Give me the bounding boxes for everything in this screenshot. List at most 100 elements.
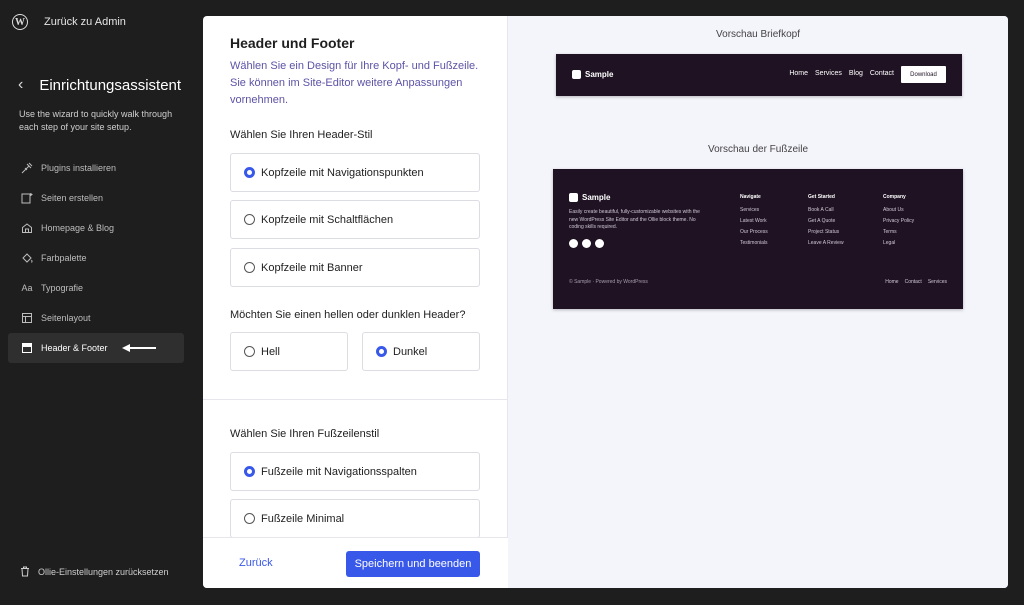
brand: Sample (572, 70, 613, 79)
radio[interactable] (244, 214, 255, 225)
option-label: Dunkel (393, 345, 428, 358)
brand-logo-icon (569, 193, 578, 202)
bottom-link: Home (885, 279, 899, 285)
wizard-title: Einrichtungsassistent (39, 76, 182, 94)
nav-link: Blog (848, 70, 863, 77)
header-preview-title: Vorschau Briefkopf (716, 29, 800, 40)
footer-preview: Sample Easily create beautiful, fully-cu… (553, 169, 963, 309)
option-label: Fußzeile mit Navigationsspalten (261, 465, 417, 478)
paint-bucket-icon (20, 251, 34, 265)
option-label: Kopfzeile mit Banner (261, 261, 363, 274)
sidebar-item-homepage[interactable]: Homepage & Blog (8, 213, 184, 243)
reset-settings-link[interactable]: Ollie-Einstellungen zurücksetzen (20, 566, 169, 577)
footer-preview-title: Vorschau der Fußzeile (707, 144, 809, 155)
footer-bottom-links: Home Contact Services (879, 279, 947, 285)
column-link: Latest Work (740, 218, 767, 224)
column-link: Services (740, 207, 760, 213)
header-option-buttons[interactable]: Kopfzeile mit Schaltflächen (230, 200, 480, 239)
nav-link: Contact (869, 70, 894, 77)
option-label: Hell (261, 345, 280, 358)
nav-link: Home (789, 70, 809, 77)
column-link: Project Status (808, 229, 840, 235)
column-link: Legal (883, 240, 896, 246)
option-label: Kopfzeile mit Navigationspunkten (261, 166, 424, 179)
typography-icon: Aa (21, 283, 33, 293)
header-style-question: Wählen Sie Ihren Header-Stil (230, 129, 373, 141)
footer-option-minimal[interactable]: Fußzeile Minimal (230, 499, 480, 538)
brand-name: Sample (582, 193, 611, 202)
trash-icon (20, 566, 30, 577)
reset-label: Ollie-Einstellungen zurücksetzen (38, 566, 169, 577)
header-preview: Sample Home Services Blog Contact Downlo… (556, 54, 962, 96)
settings-form: Header und Footer Wählen Sie ein Design … (203, 16, 508, 588)
column-heading: Get Started (808, 194, 835, 200)
back-to-admin-label: Zurück zu Admin (44, 16, 126, 28)
footer-option-nav-columns[interactable]: Fußzeile mit Navigationsspalten (230, 452, 480, 491)
radio[interactable] (244, 262, 255, 273)
social-icons (569, 239, 608, 248)
instagram-icon (582, 239, 591, 248)
sidebar-item-label: Farbpalette (41, 253, 87, 263)
bottom-link: Contact (904, 279, 922, 285)
theme-question: Möchten Sie einen hellen oder dunklen He… (230, 309, 466, 321)
brand-logo-icon (572, 70, 581, 79)
radio[interactable] (244, 513, 255, 524)
sidebar-item-label: Plugins installieren (41, 163, 117, 173)
column-link: Privacy Policy (883, 218, 915, 224)
layout-icon (20, 311, 34, 325)
sidebar-item-colors[interactable]: Farbpalette (8, 243, 184, 273)
sidebar-item-label: Typografie (41, 283, 84, 293)
radio-selected[interactable] (244, 167, 255, 178)
footer-column: Get Started Book A Call Get A Quote Proj… (808, 194, 844, 251)
save-and-finish-button[interactable]: Speichern und beenden (346, 551, 480, 577)
sidebar-item-typography[interactable]: Aa Typografie (8, 273, 184, 303)
form-description: Wählen Sie ein Design für Ihre Kopf- und… (230, 60, 479, 106)
footer-blurb: Easily create beautiful, fully-customiza… (569, 209, 700, 230)
column-link: Our Process (740, 229, 768, 235)
add-page-icon (20, 191, 34, 205)
sidebar-item-label: Homepage & Blog (41, 223, 115, 233)
header-option-navigation[interactable]: Kopfzeile mit Navigationspunkten (230, 153, 480, 192)
sidebar-item-plugins[interactable]: Plugins installieren (8, 153, 184, 183)
chevron-left-icon[interactable]: ‹ (18, 76, 23, 94)
home-icon (20, 221, 34, 235)
column-link: Book A Call (808, 207, 834, 213)
radio[interactable] (244, 346, 255, 357)
column-link: Get A Quote (808, 218, 836, 224)
header-option-banner[interactable]: Kopfzeile mit Banner (230, 248, 480, 287)
sidebar-item-label: Seitenlayout (41, 313, 91, 323)
footer-copyright: © Sample · Powered by WordPress (569, 279, 648, 285)
sidebar-item-layout[interactable]: Seitenlayout (8, 303, 184, 333)
header-footer-icon (20, 341, 34, 355)
preview-pane: Vorschau Briefkopf Sample Home Services … (508, 16, 1008, 588)
sidebar-item-label: Header & Footer (41, 343, 108, 353)
theme-option-dark[interactable]: Dunkel (362, 332, 480, 371)
section-divider (203, 399, 508, 400)
footer-column: Navigate Services Latest Work Our Proces… (740, 194, 768, 251)
main-panel: Header und Footer Wählen Sie ein Design … (203, 16, 1008, 588)
plug-icon (20, 161, 34, 175)
theme-option-light[interactable]: Hell (230, 332, 348, 371)
brand-name: Sample (585, 70, 614, 79)
footer-style-question: Wählen Sie Ihren Fußzeilenstil (230, 428, 380, 440)
sidebar-item-label: Seiten erstellen (41, 193, 104, 203)
sidebar-item-pages[interactable]: Seiten erstellen (8, 183, 184, 213)
twitter-icon (569, 239, 578, 248)
wizard-nav: Plugins installieren Seiten erstellen Ho… (8, 153, 184, 363)
column-link: Leave A Review (808, 240, 844, 246)
form-actions: Zurück Speichern und beenden (203, 537, 508, 588)
sidebar: W Zurück zu Admin ‹ Einrichtungsassisten… (0, 0, 200, 605)
column-link: About Us (883, 207, 904, 213)
back-to-admin-link[interactable]: W Zurück zu Admin (12, 14, 126, 30)
option-label: Fußzeile Minimal (261, 512, 345, 525)
linkedin-icon (595, 239, 604, 248)
header-preview-download-button: Download (901, 66, 946, 83)
radio-selected[interactable] (376, 346, 387, 357)
wizard-header: ‹ Einrichtungsassistent (18, 76, 181, 94)
radio-selected[interactable] (244, 466, 255, 477)
footer-column: Company About Us Privacy Policy Terms Le… (883, 194, 914, 251)
arrow-left-icon (121, 343, 158, 353)
back-button[interactable]: Zurück (239, 557, 273, 569)
sidebar-item-header-footer[interactable]: Header & Footer (8, 333, 184, 363)
brand: Sample (569, 193, 610, 202)
